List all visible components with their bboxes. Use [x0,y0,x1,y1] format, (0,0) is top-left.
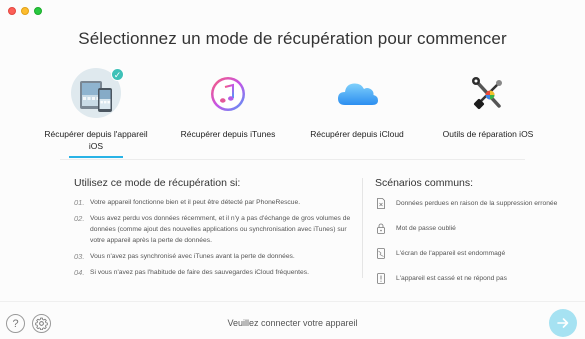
mode-label: Récupérer depuis l'appareil iOS [44,129,148,151]
common-scenarios-panel: Scénarios communs: Données perdues en ra… [375,177,575,298]
mode-repair-tools[interactable]: Outils de réparation iOS [433,68,543,140]
footer-divider [0,301,585,302]
selected-check-icon: ✓ [111,68,124,81]
minimize-window-button[interactable] [21,7,29,15]
scenario-item: Données perdues en raison de la suppress… [375,198,575,209]
maximize-window-button[interactable] [34,7,42,15]
next-button[interactable] [549,309,577,337]
condition-item: 02. Vous avez perdu vos données récemmen… [74,213,354,246]
arrow-right-icon [557,318,569,328]
condition-text: Si vous n'avez pas l'habitude de faire d… [90,269,309,276]
column-divider [362,178,363,278]
icloud-icon [331,68,383,120]
condition-item: 01. Votre appareil fonctionne bien et il… [74,197,354,208]
deleted-file-icon [375,198,386,209]
scenario-text: L'appareil est cassé et ne répond pas [396,275,507,282]
condition-item: 04. Si vous n'avez pas l'habitude de fai… [74,267,354,278]
page-title: Sélectionnez un mode de récupération pou… [78,29,507,48]
app-window: Sélectionnez un mode de récupération pou… [0,0,585,339]
broken-screen-icon [375,248,386,259]
mode-label: Outils de réparation iOS [442,129,534,139]
scenario-text: Données perdues en raison de la suppress… [396,200,558,207]
mode-icloud[interactable]: Récupérer depuis iCloud [302,68,412,140]
condition-text: Vous n'avez pas synchronisé avec iTunes … [90,253,295,260]
scenario-item: L'appareil est cassé et ne répond pas [375,273,575,284]
ios-device-icon: ✓ [70,68,124,120]
mode-label: Récupérer depuis iCloud [310,129,404,139]
mode-ios-device[interactable]: ✓ Récupérer depuis l'appareil iOS [41,68,151,158]
itunes-icon [202,68,254,120]
condition-number: 04. [74,268,85,277]
lock-icon [375,223,386,234]
condition-text: Votre appareil fonctionne bien et il peu… [90,199,301,206]
mode-itunes[interactable]: Récupérer depuis iTunes [173,68,283,140]
warning-phone-icon [375,273,386,284]
condition-number: 02. [74,214,85,223]
condition-number: 03. [74,252,85,261]
usage-conditions-panel: Utilisez ce mode de récupération si: 01.… [74,177,354,283]
scenario-text: Mot de passe oublié [396,225,456,232]
connection-status-text: Veuillez connecter votre appareil [227,318,358,328]
recovery-mode-selector: ✓ Récupérer depuis l'appareil iOS Récupé… [0,68,585,160]
active-mode-underline [69,156,123,158]
condition-text: Vous avez perdu vos données récemment, e… [90,215,351,244]
condition-number: 01. [74,198,85,207]
scenarios-heading: Scénarios communs: [375,177,474,189]
scenario-item: L'écran de l'appareil est endommagé [375,248,575,259]
scenario-text: L'écran de l'appareil est endommagé [396,250,506,257]
usage-heading: Utilisez ce mode de récupération si: [74,177,241,189]
condition-item: 03. Vous n'avez pas synchronisé avec iTu… [74,251,354,262]
section-divider [60,159,525,160]
repair-tools-icon [462,68,514,120]
close-window-button[interactable] [8,7,16,15]
scenario-item: Mot de passe oublié [375,223,575,234]
window-controls [8,7,42,15]
mode-label: Récupérer depuis iTunes [180,129,276,139]
